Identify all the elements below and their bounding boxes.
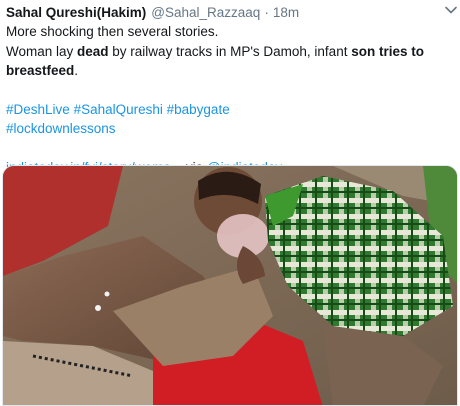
hashtags-line-2: #lockdownlessons — [6, 119, 456, 139]
tweet-line-3: breastfeed. — [6, 63, 79, 78]
bold-dead: dead — [77, 43, 109, 59]
separator-dot: · — [264, 4, 269, 20]
hashtag-babygate[interactable]: #babygate — [167, 102, 230, 117]
tweet-line-2: Woman lay dead by railway tracks in MP's… — [6, 43, 424, 59]
tweet-header: Sahal Qureshi(Hakim) @Sahal_Razzaaq · 18… — [6, 3, 454, 21]
hashtag-lockdownlessons[interactable]: #lockdownlessons — [6, 121, 116, 136]
tweet-timestamp[interactable]: 18m — [273, 5, 299, 20]
tweet-line-1: More shocking then several stories. — [6, 24, 219, 39]
bold-breastfeed: breastfeed — [6, 63, 75, 78]
tweet-text: More shocking then several stories. Woma… — [6, 22, 456, 177]
tweet-photo[interactable] — [2, 165, 458, 406]
photo-illustration — [3, 166, 457, 405]
bold-son-tries-to: son tries to — [351, 43, 424, 59]
author-handle[interactable]: @Sahal_Razzaaq — [151, 5, 260, 20]
hashtags-line-1: #DeshLive #SahalQureshi #babygate — [6, 100, 456, 120]
tweet: Sahal Qureshi(Hakim) @Sahal_Razzaaq · 18… — [0, 0, 460, 406]
author-display-name[interactable]: Sahal Qureshi(Hakim) — [6, 5, 146, 20]
hashtag-sahalqureshi[interactable]: #SahalQureshi — [74, 102, 163, 117]
chevron-down-icon[interactable] — [444, 3, 458, 17]
hashtag-deshlive[interactable]: #DeshLive — [6, 102, 70, 117]
